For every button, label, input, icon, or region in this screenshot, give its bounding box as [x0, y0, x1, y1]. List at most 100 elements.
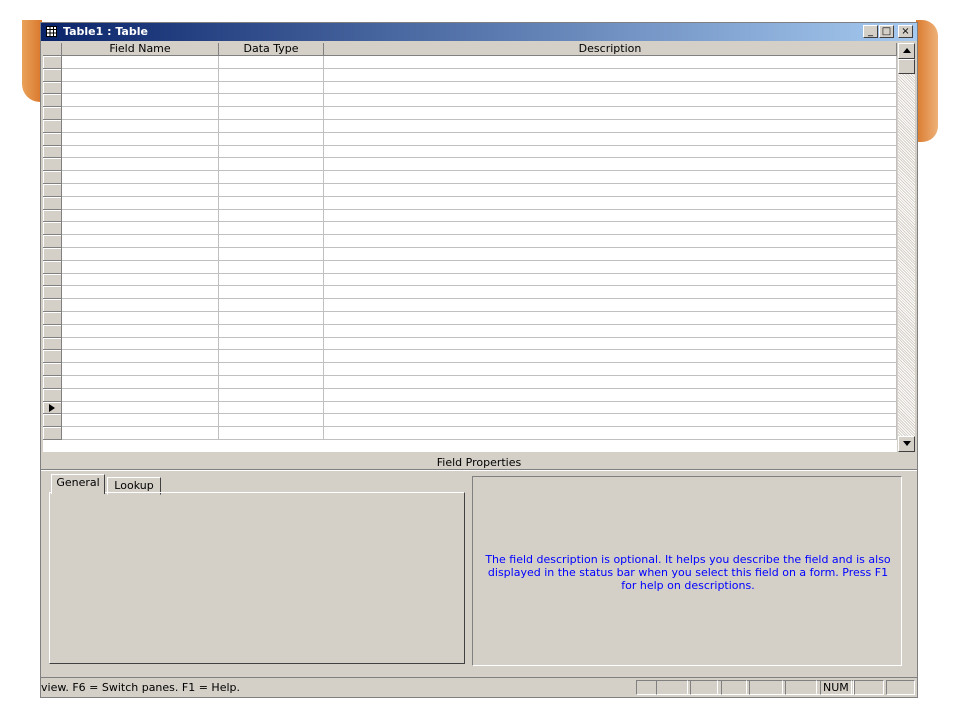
select-all-corner[interactable]	[43, 43, 62, 56]
field-name-cell[interactable]	[62, 260, 219, 274]
data-type-cell[interactable]	[219, 273, 324, 287]
table-row[interactable]	[43, 158, 897, 172]
description-cell[interactable]	[324, 120, 897, 133]
row-selector[interactable]	[43, 414, 62, 428]
vertical-scrollbar[interactable]	[898, 43, 915, 452]
field-name-cell[interactable]	[62, 273, 219, 287]
field-name-cell[interactable]	[62, 81, 219, 95]
row-selector[interactable]	[43, 196, 62, 210]
row-selector[interactable]	[43, 273, 62, 287]
row-selector[interactable]	[43, 132, 62, 146]
field-name-cell[interactable]	[62, 132, 219, 146]
description-cell[interactable]	[324, 427, 897, 440]
table-row[interactable]	[43, 337, 897, 351]
description-cell[interactable]	[324, 324, 897, 338]
field-name-cell[interactable]	[62, 350, 219, 364]
field-name-cell[interactable]	[62, 222, 219, 236]
table-row[interactable]	[43, 376, 897, 389]
table-row[interactable]	[43, 273, 897, 287]
row-selector[interactable]	[43, 171, 62, 184]
data-type-cell[interactable]	[219, 414, 324, 428]
row-selector[interactable]	[43, 350, 62, 364]
field-name-cell[interactable]	[62, 376, 219, 389]
tab-general[interactable]: General	[51, 474, 105, 494]
data-type-cell[interactable]	[219, 209, 324, 223]
table-row[interactable]	[43, 120, 897, 133]
description-cell[interactable]	[324, 235, 897, 248]
data-type-cell[interactable]	[219, 260, 324, 274]
row-selector[interactable]	[43, 248, 62, 261]
data-type-cell[interactable]	[219, 81, 324, 95]
table-row[interactable]	[43, 145, 897, 159]
description-cell[interactable]	[324, 184, 897, 197]
row-selector[interactable]	[43, 337, 62, 351]
data-type-cell[interactable]	[219, 120, 324, 133]
description-cell[interactable]	[324, 248, 897, 261]
table-row[interactable]	[43, 312, 897, 325]
description-cell[interactable]	[324, 363, 897, 376]
scroll-thumb[interactable]	[898, 59, 915, 74]
row-selector[interactable]	[43, 260, 62, 274]
description-cell[interactable]	[324, 286, 897, 300]
column-header-description[interactable]: Description	[324, 43, 897, 56]
data-type-cell[interactable]	[219, 350, 324, 364]
data-type-cell[interactable]	[219, 222, 324, 236]
field-name-cell[interactable]	[62, 94, 219, 108]
field-name-cell[interactable]	[62, 414, 219, 428]
row-selector[interactable]	[43, 184, 62, 197]
row-selector[interactable]	[43, 107, 62, 120]
row-selector[interactable]	[43, 299, 62, 312]
scroll-up-button[interactable]	[898, 43, 915, 59]
field-name-cell[interactable]	[62, 120, 219, 133]
data-type-cell[interactable]	[219, 363, 324, 376]
description-cell[interactable]	[324, 209, 897, 223]
table-row[interactable]	[43, 107, 897, 120]
description-cell[interactable]	[324, 299, 897, 312]
data-type-cell[interactable]	[219, 94, 324, 108]
description-cell[interactable]	[324, 222, 897, 236]
description-cell[interactable]	[324, 376, 897, 389]
table-row[interactable]	[43, 171, 897, 184]
field-name-cell[interactable]	[62, 324, 219, 338]
field-name-cell[interactable]	[62, 363, 219, 376]
table-row[interactable]	[43, 248, 897, 261]
row-selector[interactable]	[43, 235, 62, 248]
row-selector[interactable]	[43, 222, 62, 236]
row-selector[interactable]	[43, 286, 62, 300]
table-row[interactable]	[43, 324, 897, 338]
field-name-cell[interactable]	[62, 235, 219, 248]
column-header-data-type[interactable]: Data Type	[219, 43, 324, 56]
data-type-cell[interactable]	[219, 376, 324, 389]
description-cell[interactable]	[324, 401, 897, 415]
description-cell[interactable]	[324, 56, 897, 69]
table-row[interactable]	[43, 209, 897, 223]
field-name-cell[interactable]	[62, 184, 219, 197]
field-name-cell[interactable]	[62, 171, 219, 184]
pane-divider[interactable]	[41, 469, 917, 471]
table-row[interactable]	[43, 235, 897, 248]
field-name-cell[interactable]	[62, 286, 219, 300]
row-selector[interactable]	[43, 363, 62, 376]
row-selector[interactable]	[43, 56, 62, 69]
row-selector[interactable]	[43, 312, 62, 325]
data-type-cell[interactable]	[219, 184, 324, 197]
scroll-down-button[interactable]	[898, 436, 915, 452]
data-type-cell[interactable]	[219, 171, 324, 184]
description-cell[interactable]	[324, 312, 897, 325]
row-selector[interactable]	[43, 401, 62, 415]
data-type-cell[interactable]	[219, 158, 324, 172]
row-selector[interactable]	[43, 68, 62, 82]
table-row[interactable]	[43, 222, 897, 236]
field-name-cell[interactable]	[62, 209, 219, 223]
description-cell[interactable]	[324, 81, 897, 95]
row-selector[interactable]	[43, 94, 62, 108]
table-row[interactable]	[43, 299, 897, 312]
description-cell[interactable]	[324, 107, 897, 120]
table-row[interactable]	[43, 401, 897, 415]
description-cell[interactable]	[324, 171, 897, 184]
table-row[interactable]	[43, 81, 897, 95]
description-cell[interactable]	[324, 350, 897, 364]
maximize-button[interactable]: □	[879, 25, 894, 38]
data-type-cell[interactable]	[219, 235, 324, 248]
row-selector[interactable]	[43, 427, 62, 440]
